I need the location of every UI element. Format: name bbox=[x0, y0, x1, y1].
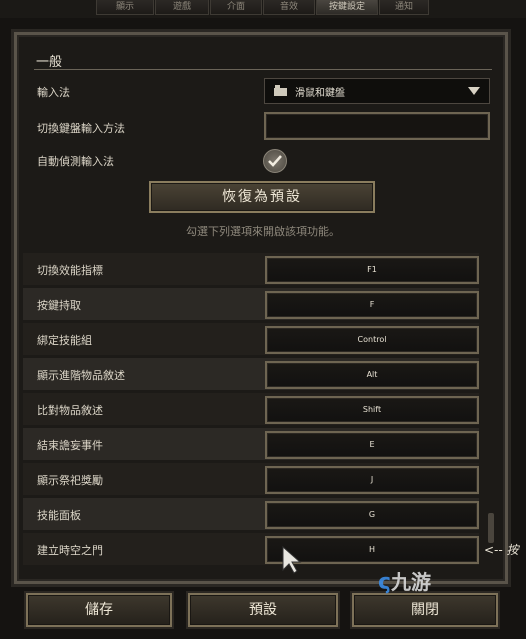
switch-input-label: 切換鍵盤輸入方法 bbox=[37, 122, 125, 135]
keybind-row: 按鍵持取 F bbox=[23, 288, 479, 320]
keybind-button[interactable]: F bbox=[265, 291, 479, 319]
keybind-label: 按鍵持取 bbox=[37, 299, 81, 312]
tab-notifications[interactable]: 通知 bbox=[379, 0, 429, 15]
mouse-cursor-icon bbox=[282, 546, 302, 574]
tab-display[interactable]: 顯示 bbox=[96, 0, 154, 15]
keybind-row: 顯示祭祀獎勵 J bbox=[23, 463, 479, 495]
keybind-label: 綁定技能組 bbox=[37, 334, 92, 347]
keybind-label: 顯示進階物品敘述 bbox=[37, 369, 125, 382]
tab-keybindings[interactable]: 按鍵設定 bbox=[316, 0, 378, 15]
switch-input-keybind[interactable] bbox=[264, 112, 490, 140]
tab-interface[interactable]: 介面 bbox=[210, 0, 262, 15]
watermark-logo-icon: ς bbox=[378, 570, 392, 595]
auto-detect-checkbox[interactable] bbox=[263, 149, 287, 173]
tab-game[interactable]: 遊戲 bbox=[155, 0, 209, 15]
keybind-button[interactable]: G bbox=[265, 501, 479, 529]
keybind-label: 技能面板 bbox=[37, 509, 81, 522]
close-button[interactable]: 關閉 bbox=[352, 593, 498, 627]
scrollbar-thumb[interactable] bbox=[488, 513, 494, 543]
keybind-button[interactable]: J bbox=[265, 466, 479, 494]
keybind-label: 顯示祭祀獎勵 bbox=[37, 474, 103, 487]
default-button[interactable]: 預設 bbox=[188, 593, 338, 627]
section-title: 一般 bbox=[36, 55, 63, 70]
reset-defaults-button[interactable]: 恢復為預設 bbox=[149, 181, 375, 213]
keybind-button[interactable]: Control bbox=[265, 326, 479, 354]
mouse-keyboard-icon bbox=[274, 85, 287, 96]
keybind-row: 結束譫妄事件 E bbox=[23, 428, 479, 460]
side-annotation: <-- 按 bbox=[484, 543, 519, 557]
keybind-row: 建立時空之門 H bbox=[23, 533, 479, 565]
watermark: ς九游 bbox=[378, 570, 432, 595]
auto-detect-label: 自動偵測輸入法 bbox=[37, 155, 114, 168]
keybind-button[interactable]: E bbox=[265, 431, 479, 459]
save-button[interactable]: 儲存 bbox=[26, 593, 172, 627]
keybind-button[interactable]: F1 bbox=[265, 256, 479, 284]
settings-tabs: 顯示 遊戲 介面 音效 按鍵設定 通知 bbox=[0, 0, 526, 18]
input-method-label: 輸入法 bbox=[37, 86, 70, 99]
keybind-button[interactable]: Alt bbox=[265, 361, 479, 389]
input-method-value: 滑鼠和鍵盤 bbox=[295, 88, 345, 99]
keybind-row: 比對物品敘述 Shift bbox=[23, 393, 479, 425]
keybind-label: 建立時空之門 bbox=[37, 544, 103, 557]
keybind-row: 技能面板 G bbox=[23, 498, 479, 530]
tab-audio[interactable]: 音效 bbox=[263, 0, 315, 15]
keybind-label: 切換效能指標 bbox=[37, 264, 103, 277]
keybind-row: 綁定技能組 Control bbox=[23, 323, 479, 355]
keybind-row: 切換效能指標 F1 bbox=[23, 253, 479, 285]
chevron-down-icon bbox=[468, 87, 480, 95]
checkmark-icon bbox=[268, 155, 282, 167]
keybind-row: 顯示進階物品敘述 Alt bbox=[23, 358, 479, 390]
hint-text: 勾選下列選項來開啟該項功能。 bbox=[186, 225, 340, 238]
input-method-select[interactable]: 滑鼠和鍵盤 bbox=[264, 78, 490, 104]
keybind-button[interactable]: Shift bbox=[265, 396, 479, 424]
section-divider bbox=[34, 69, 492, 70]
keybind-label: 比對物品敘述 bbox=[37, 404, 103, 417]
keybind-label: 結束譫妄事件 bbox=[37, 439, 103, 452]
